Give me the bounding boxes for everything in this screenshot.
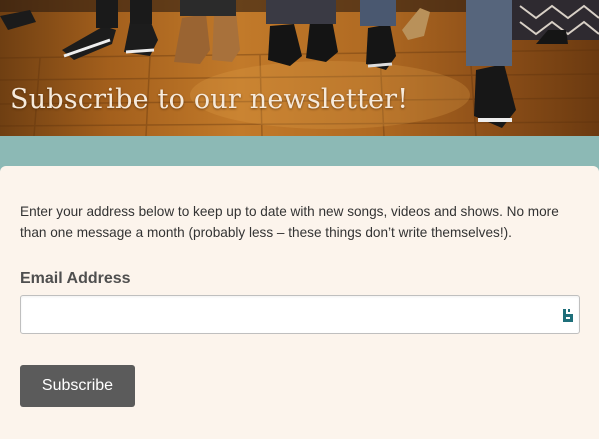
- newsletter-form-card: Enter your address below to keep up to d…: [0, 166, 599, 439]
- wooden-floor-with-shoes-photo: [0, 0, 599, 136]
- intro-text: Enter your address below to keep up to d…: [20, 204, 559, 240]
- banner-divider: [0, 136, 599, 166]
- email-label: Email Address: [20, 270, 131, 287]
- subscribe-button[interactable]: Subscribe: [20, 365, 135, 407]
- banner-image: Subscribe to our newsletter!: [0, 0, 599, 136]
- newsletter-page: Subscribe to our newsletter! Enter your …: [0, 0, 599, 439]
- email-field[interactable]: [20, 295, 580, 334]
- banner-title: Subscribe to our newsletter!: [10, 84, 409, 115]
- password-manager-autofill-icon[interactable]: [563, 309, 574, 322]
